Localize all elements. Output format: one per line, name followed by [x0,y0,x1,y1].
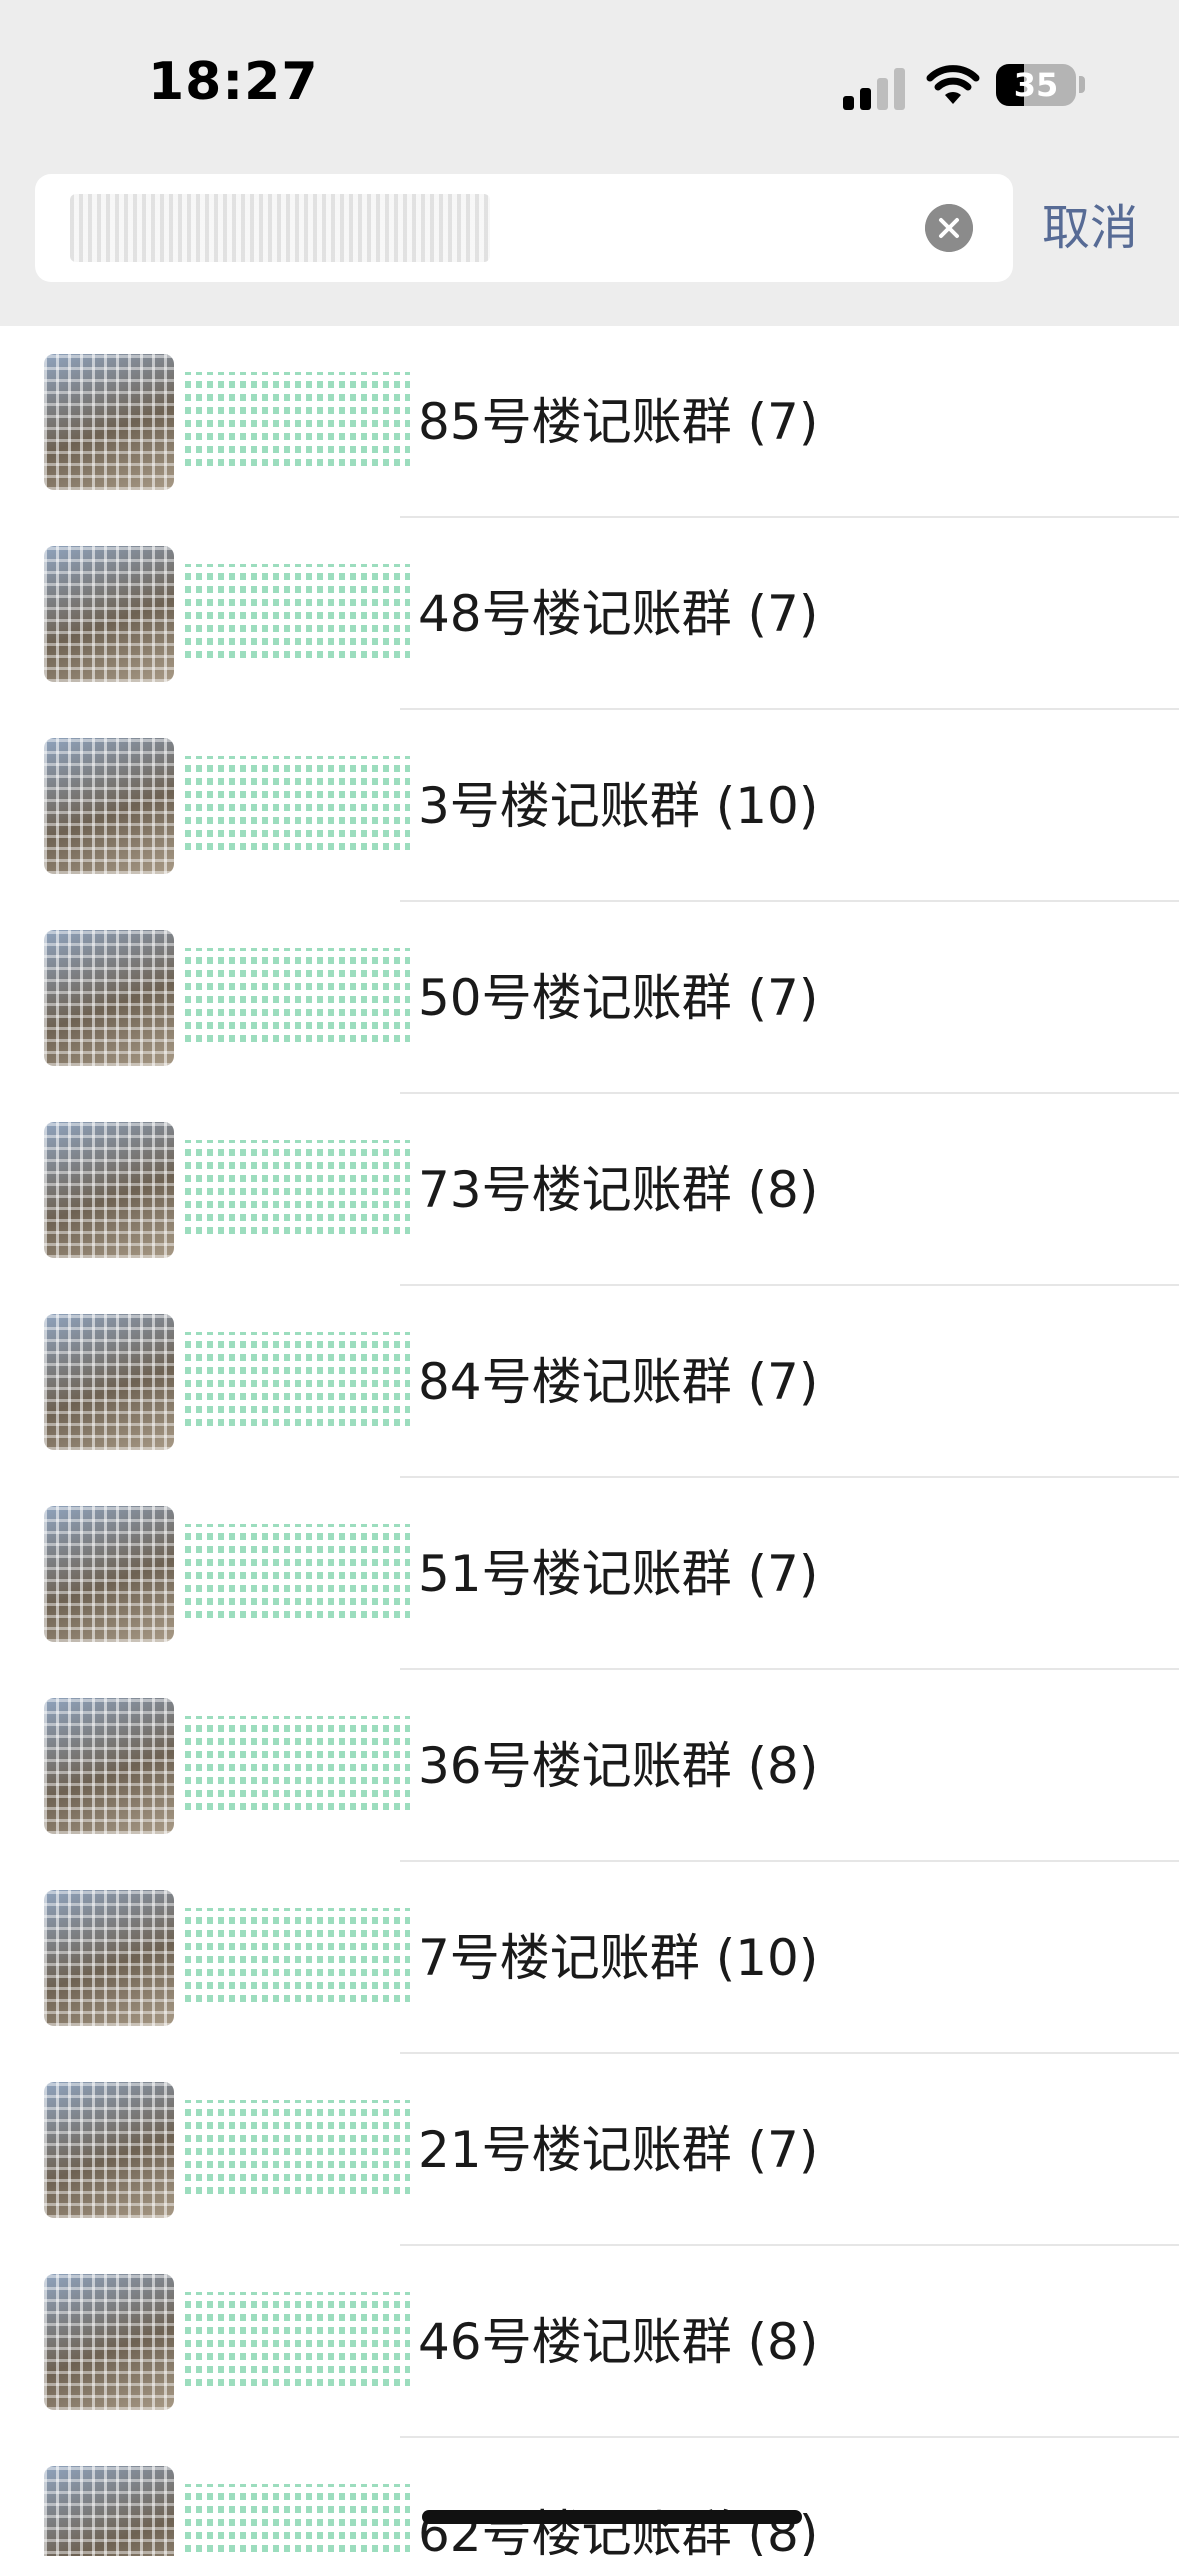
group-avatar [44,1314,174,1450]
list-item[interactable]: 3号楼记账群 (10) [0,710,1179,902]
group-avatar [44,1890,174,2026]
redacted-tag [185,1716,410,1816]
battery-tip [1079,76,1085,93]
group-avatar [44,2466,174,2556]
search-header: 18:27 35 取消 [0,0,1179,326]
group-title: 51号楼记账群 (7) [418,1545,819,1603]
group-title: 7号楼记账群 (10) [418,1929,819,1987]
search-query-redacted [70,194,490,262]
group-avatar [44,1506,174,1642]
group-title: 3号楼记账群 (10) [418,777,819,835]
redacted-tag [185,1524,410,1624]
cancel-button[interactable]: 取消 [1042,196,1138,260]
search-results-list: 85号楼记账群 (7) 48号楼记账群 (7) 3号楼记账群 (10) 50号楼… [0,326,1179,2556]
cellular-signal-icon [843,66,905,110]
group-title: 62号楼记账群 (8) [418,2505,819,2556]
redacted-tag [185,1908,410,2008]
redacted-tag [185,564,410,664]
group-avatar [44,2274,174,2410]
list-item[interactable]: 62号楼记账群 (8) [0,2438,1179,2556]
redacted-tag [185,756,410,856]
redacted-tag [185,1332,410,1432]
list-item[interactable]: 48号楼记账群 (7) [0,518,1179,710]
list-item[interactable]: 73号楼记账群 (8) [0,1094,1179,1286]
list-item[interactable]: 36号楼记账群 (8) [0,1670,1179,1862]
group-avatar [44,546,174,682]
group-title: 21号楼记账群 (7) [418,2121,819,2179]
group-title: 73号楼记账群 (8) [418,1161,819,1219]
group-avatar [44,354,174,490]
group-title: 50号楼记账群 (7) [418,969,819,1027]
list-item[interactable]: 7号楼记账群 (10) [0,1862,1179,2054]
search-input[interactable] [35,174,1013,282]
list-item[interactable]: 85号楼记账群 (7) [0,326,1179,518]
status-bar: 18:27 35 [0,0,1179,160]
redacted-tag [185,2292,410,2392]
list-item[interactable]: 51号楼记账群 (7) [0,1478,1179,1670]
redacted-tag [185,1140,410,1240]
group-avatar [44,738,174,874]
group-title: 36号楼记账群 (8) [418,1737,819,1795]
redacted-tag [185,2484,410,2556]
group-avatar [44,1122,174,1258]
home-indicator[interactable] [422,2510,802,2524]
list-item[interactable]: 21号楼记账群 (7) [0,2054,1179,2246]
status-time: 18:27 [148,52,319,112]
group-title: 46号楼记账群 (8) [418,2313,819,2371]
group-avatar [44,930,174,1066]
redacted-tag [185,2100,410,2200]
wifi-icon [926,65,980,104]
redacted-tag [185,372,410,472]
battery-icon: 35 [996,64,1076,106]
group-avatar [44,2082,174,2218]
group-title: 84号楼记账群 (7) [418,1353,819,1411]
group-avatar [44,1698,174,1834]
group-title: 85号楼记账群 (7) [418,393,819,451]
group-title: 48号楼记账群 (7) [418,585,819,643]
list-item[interactable]: 46号楼记账群 (8) [0,2246,1179,2438]
list-item[interactable]: 50号楼记账群 (7) [0,902,1179,1094]
redacted-tag [185,948,410,1048]
battery-level: 35 [1013,66,1059,104]
clear-icon[interactable] [925,204,973,252]
list-item[interactable]: 84号楼记账群 (7) [0,1286,1179,1478]
